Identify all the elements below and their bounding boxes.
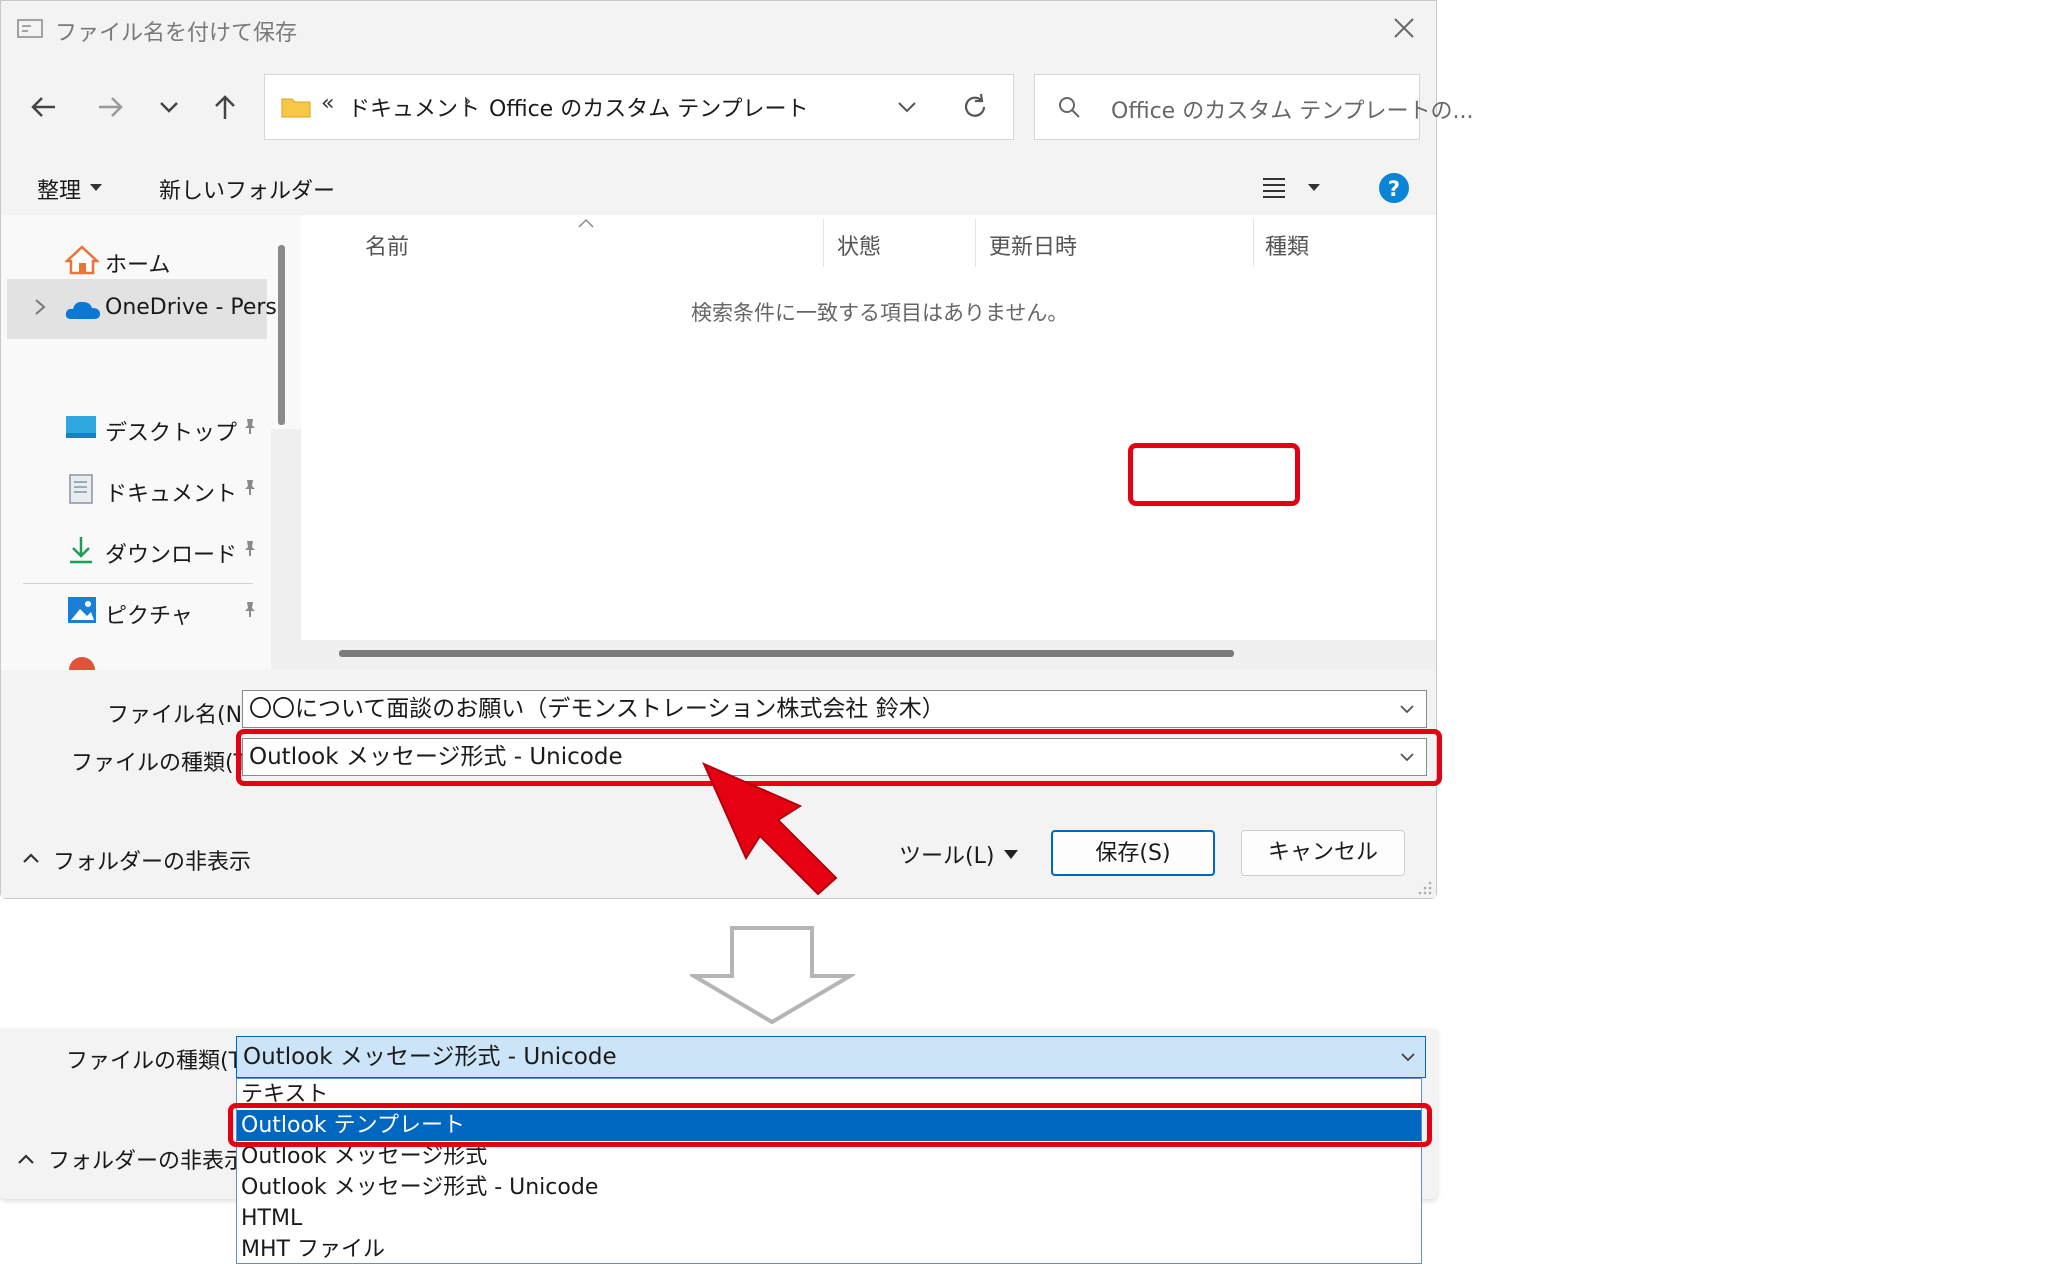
option-html[interactable]: HTML — [237, 1203, 1421, 1234]
search-placeholder: Office のカスタム テンプレートの... — [1111, 99, 1474, 124]
highlight-box-template-option — [228, 1103, 1432, 1147]
refresh-icon[interactable] — [959, 91, 991, 123]
title-bar: ファイル名を付けて保存 — [1, 1, 1436, 59]
filetype-dropdown-open[interactable]: Outlook メッセージ形式 - Unicode — [236, 1036, 1426, 1078]
view-options-dropdown-icon[interactable] — [1307, 183, 1321, 193]
address-bar[interactable]: « ドキュメント › Office のカスタム テンプレート — [264, 74, 1014, 140]
resize-grip-icon[interactable] — [1417, 880, 1433, 896]
breadcrumb-overflow[interactable]: « — [321, 91, 334, 116]
navigation-pane: ホーム OneDrive - Pers デスクトップ ドキュメント ダウンロード… — [1, 215, 301, 670]
dialog-title: ファイル名を付けて保存 — [55, 21, 298, 46]
breadcrumb-custom-templates[interactable]: Office のカスタム テンプレート — [489, 91, 809, 123]
up-arrow-icon[interactable] — [205, 87, 245, 127]
nav-scrollbar-track[interactable] — [271, 429, 301, 670]
option-mht[interactable]: MHT ファイル — [237, 1234, 1421, 1265]
cancel-button[interactable]: キャンセル — [1241, 830, 1405, 876]
filetype-label: ファイルの種類(T): — [71, 751, 264, 776]
view-list-icon[interactable] — [1261, 175, 1287, 199]
down-arrow-icon — [690, 926, 855, 1026]
chevron-up-icon[interactable] — [21, 850, 41, 866]
column-header-type[interactable]: 種類 — [1265, 229, 1309, 261]
sidebar-item-label: ドキュメント — [105, 482, 238, 507]
new-folder-button[interactable]: 新しいフォルダー — [159, 173, 335, 205]
column-divider[interactable] — [975, 219, 976, 267]
expand-chevron-icon[interactable] — [33, 297, 47, 317]
breadcrumb-separator: › — [463, 89, 472, 114]
filename-field[interactable]: 〇〇について面談のお願い（デモンストレーション株式会社 鈴木） — [242, 690, 1427, 728]
onedrive-cloud-icon — [65, 297, 101, 321]
sidebar-item-downloads[interactable]: ダウンロード — [1, 523, 271, 579]
hide-folders-button[interactable]: フォルダーの非表示 — [53, 844, 251, 876]
organize-dropdown-icon[interactable] — [89, 183, 103, 193]
address-dropdown-chevron-icon[interactable] — [895, 97, 919, 117]
pin-icon[interactable] — [241, 478, 259, 496]
sidebar-item-label: OneDrive - Pers — [105, 295, 277, 320]
help-icon[interactable]: ? — [1377, 171, 1411, 205]
filetype-label: ファイルの種類(T): — [66, 1049, 259, 1074]
red-pointer-arrow-icon — [700, 760, 850, 900]
sidebar-item-partial[interactable] — [1, 647, 271, 670]
column-header-name[interactable]: 名前 — [365, 229, 409, 261]
nav-scrollbar-thumb[interactable] — [278, 245, 285, 425]
pin-icon[interactable] — [241, 417, 259, 435]
save-button[interactable]: 保存(S) — [1051, 830, 1215, 876]
download-icon — [67, 535, 95, 565]
search-input[interactable]: Office のカスタム テンプレートの... — [1034, 74, 1474, 140]
sidebar-item-label: ダウンロード — [105, 543, 238, 568]
sort-ascending-icon — [577, 217, 595, 229]
column-divider[interactable] — [823, 219, 824, 267]
dialog-window-icon — [17, 19, 43, 39]
recent-locations-chevron-icon[interactable] — [149, 87, 189, 127]
folder-icon — [281, 95, 311, 119]
pin-icon[interactable] — [241, 539, 259, 557]
chevron-down-icon[interactable] — [1398, 691, 1416, 727]
pin-icon[interactable] — [241, 600, 259, 618]
music-icon — [67, 655, 97, 670]
column-divider[interactable] — [1253, 219, 1254, 267]
sidebar-item-onedrive[interactable]: OneDrive - Pers — [7, 279, 277, 339]
sidebar-item-label: ピクチャ — [105, 604, 193, 629]
filename-label: ファイル名(N): — [107, 703, 259, 728]
empty-message: 検索条件に一致する項目はありません。 — [691, 301, 1069, 325]
hide-folders-button[interactable]: フォルダーの非表示 — [48, 1143, 246, 1175]
horizontal-scrollbar-track[interactable] — [301, 640, 1436, 670]
filename-value: 〇〇について面談のお願い（デモンストレーション株式会社 鈴木） — [249, 696, 945, 722]
close-icon[interactable] — [1391, 15, 1417, 41]
column-header-status[interactable]: 状態 — [837, 229, 881, 261]
sidebar-item-label: デスクトップ — [105, 421, 238, 446]
highlight-box-empty — [1128, 443, 1300, 506]
back-arrow-icon[interactable] — [23, 87, 63, 127]
documents-icon — [69, 474, 95, 504]
horizontal-scrollbar-thumb[interactable] — [339, 650, 1234, 657]
filetype-value: Outlook メッセージ形式 - Unicode — [243, 1044, 617, 1070]
tools-button[interactable]: ツール(L) — [899, 838, 994, 870]
option-outlook-msg-unicode[interactable]: Outlook メッセージ形式 - Unicode — [237, 1172, 1421, 1203]
column-header-modified[interactable]: 更新日時 — [989, 229, 1077, 261]
breadcrumb-documents[interactable]: ドキュメント — [348, 91, 480, 123]
svg-text:?: ? — [1388, 177, 1400, 201]
search-icon — [1057, 95, 1083, 121]
chevron-down-icon[interactable] — [1399, 1037, 1417, 1077]
command-bar: 整理 新しいフォルダー ? — [1, 159, 1436, 215]
home-icon — [65, 245, 99, 275]
tools-dropdown-icon[interactable] — [1003, 849, 1019, 861]
chevron-up-icon[interactable] — [16, 1151, 36, 1167]
sidebar-item-documents[interactable]: ドキュメント — [1, 462, 271, 518]
sidebar-item-desktop[interactable]: デスクトップ — [1, 401, 271, 457]
pictures-icon — [67, 596, 97, 624]
desktop-icon — [65, 415, 97, 441]
organize-button[interactable]: 整理 — [37, 173, 81, 205]
sidebar-item-pictures[interactable]: ピクチャ — [1, 584, 271, 640]
forward-arrow-icon[interactable] — [91, 87, 131, 127]
sidebar-item-label: ホーム — [105, 253, 171, 278]
